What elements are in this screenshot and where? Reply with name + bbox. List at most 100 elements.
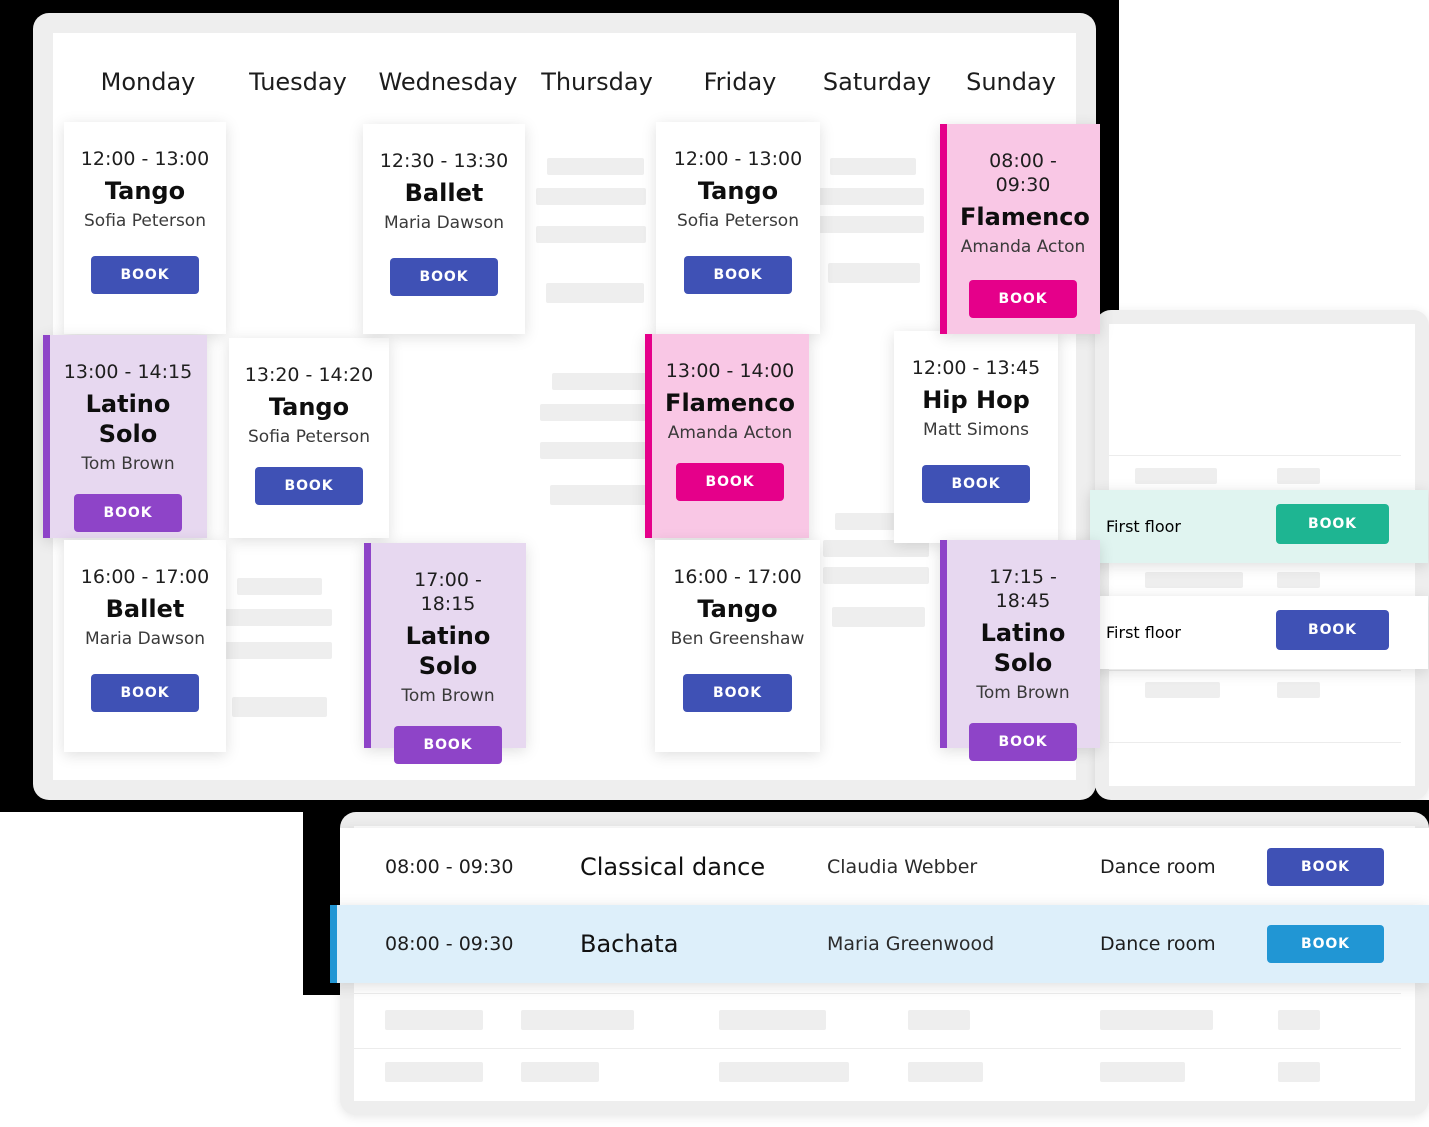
event-time: 16:00 - 17:00 [673,566,802,588]
class-time: 08:00 - 09:30 [385,933,514,955]
book-button[interactable]: BOOK [968,279,1078,318]
event-card-sunday-latino-solo[interactable]: 17:15 - 18:45 Latino Solo Tom Brown BOOK [940,540,1100,761]
room-row-highlighted[interactable]: First floor BOOK [1090,490,1428,563]
event-card-wednesday-ballet[interactable]: 12:30 - 13:30 Ballet Maria Dawson BOOK [363,124,525,334]
event-card-tuesday-tango[interactable]: 13:20 - 14:20 Tango Sofia Peterson BOOK [229,338,389,538]
row-divider [354,993,1401,994]
skeleton-bar [1278,1062,1320,1082]
book-button[interactable]: BOOK [1276,610,1389,650]
skeleton-bar [385,1062,483,1082]
class-row-highlighted[interactable]: 08:00 - 09:30 Bachata Maria Greenwood Da… [330,905,1429,983]
event-time: 12:30 - 13:30 [379,150,509,172]
event-teacher: Sofia Peterson [84,210,206,231]
event-title: Flamenco [665,388,795,417]
skeleton-bar [540,404,650,421]
skeleton-bar [1145,572,1243,588]
book-button[interactable]: BOOK [921,464,1031,503]
event-teacher: Amanda Acton [667,422,793,443]
day-header-sunday: Sunday [966,68,1056,96]
skeleton-bar [1277,682,1320,698]
event-title: Tango [268,392,350,421]
day-header-monday: Monday [100,68,196,96]
card-accent-bar [940,540,947,748]
class-time: 08:00 - 09:30 [385,855,514,878]
event-title: Latino Solo [980,618,1066,677]
skeleton-bar [237,578,322,595]
event-title: Tango [697,594,778,623]
event-teacher: Maria Dawson [84,628,206,649]
event-card-sunday-flamenco[interactable]: 08:00 - 09:30 Flamenco Amanda Acton BOOK [940,124,1100,334]
room-label: First floor [1106,623,1181,642]
event-time: 12:00 - 13:00 [80,148,210,170]
event-time: 17:00 - 18:15 [414,569,482,615]
book-button[interactable]: BOOK [683,255,793,294]
book-button[interactable]: BOOK [73,493,183,532]
row-divider [1109,742,1401,743]
event-teacher: Tom Brown [81,453,175,474]
book-button[interactable]: BOOK [254,466,364,505]
skeleton-bar [547,158,644,175]
class-room: Dance room [1100,855,1216,878]
book-button[interactable]: BOOK [968,722,1078,761]
skeleton-bar [232,697,327,717]
book-button[interactable]: BOOK [389,257,499,296]
skeleton-bar [818,188,924,205]
skeleton-bar [1100,1062,1185,1082]
row-divider [1109,455,1401,456]
event-time: 17:15 - 18:45 [989,566,1057,612]
skeleton-bar [1277,468,1320,484]
event-title: Ballet [404,178,484,207]
card-accent-bar [364,543,371,748]
card-accent-bar [43,335,50,538]
book-button[interactable]: BOOK [675,462,785,501]
class-teacher: Maria Greenwood [827,933,995,955]
row-divider [354,1048,1401,1049]
skeleton-bar [552,373,649,390]
class-teacher: Claudia Webber [827,855,978,878]
skeleton-bar [540,442,650,459]
class-room: Dance room [1100,933,1216,955]
event-time: 13:00 - 14:15 [63,361,193,383]
skeleton-bar [832,607,925,627]
skeleton-bar [823,567,929,584]
book-button[interactable]: BOOK [1276,504,1389,544]
event-card-monday-latino-solo[interactable]: 13:00 - 14:15 Latino Solo Tom Brown BOOK [43,335,207,538]
event-teacher: Maria Dawson [383,212,505,233]
event-title: Hip Hop [922,385,1030,414]
event-title: Tango [104,176,186,205]
event-time: 13:20 - 14:20 [244,364,374,386]
skeleton-bar [225,609,332,626]
event-card-monday-ballet[interactable]: 16:00 - 17:00 Ballet Maria Dawson BOOK [64,540,226,752]
book-button[interactable]: BOOK [1267,925,1384,963]
skeleton-bar [719,1062,849,1082]
skeleton-bar [828,263,920,283]
event-teacher: Sofia Peterson [248,426,370,447]
book-button[interactable]: BOOK [683,673,792,712]
event-title: Latino Solo [85,389,171,448]
skeleton-bar [1145,682,1220,698]
event-card-monday-tango[interactable]: 12:00 - 13:00 Tango Sofia Peterson BOOK [64,122,226,334]
book-button[interactable]: BOOK [1267,847,1384,886]
event-card-wednesday-latino-solo[interactable]: 17:00 - 18:15 Latino Solo Tom Brown BOOK [364,543,526,764]
event-time: 12:00 - 13:45 [911,357,1041,379]
event-teacher: Matt Simons [923,419,1029,440]
skeleton-bar [546,283,644,303]
row-divider [1109,670,1401,671]
book-button[interactable]: BOOK [90,255,200,294]
event-teacher: Sofia Peterson [677,210,799,231]
event-card-friday-tango[interactable]: 12:00 - 13:00 Tango Sofia Peterson BOOK [656,122,820,334]
room-row[interactable]: First floor BOOK [1090,596,1428,669]
event-title: Flamenco [960,202,1090,231]
skeleton-bar [1278,1010,1320,1030]
skeleton-bar [1277,572,1320,588]
book-button[interactable]: BOOK [90,673,200,712]
day-header-wednesday: Wednesday [378,68,518,96]
skeleton-bar [818,216,924,233]
event-card-friday-flamenco[interactable]: 13:00 - 14:00 Flamenco Amanda Acton BOOK [645,334,809,538]
book-button[interactable]: BOOK [393,725,503,764]
event-card-saturday-hip-hop[interactable]: 12:00 - 13:45 Hip Hop Matt Simons BOOK [894,331,1058,543]
skeleton-bar [908,1010,970,1030]
event-card-friday-tango-evening[interactable]: 16:00 - 17:00 Tango Ben Greenshaw BOOK [655,540,820,752]
day-header-tuesday: Tuesday [249,68,347,96]
class-row[interactable]: 08:00 - 09:30 Classical dance Claudia We… [340,828,1429,905]
